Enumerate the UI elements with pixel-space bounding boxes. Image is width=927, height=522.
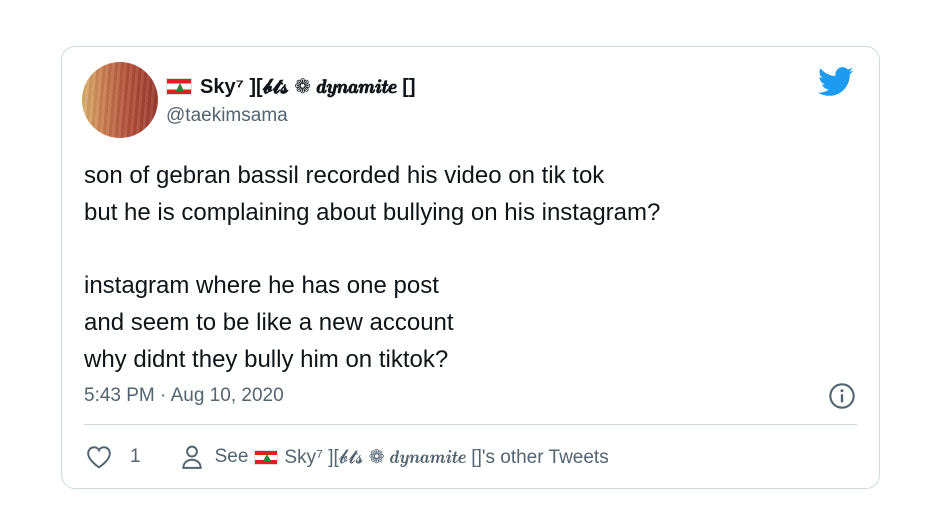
tweet-line: instagram where he has one post xyxy=(84,272,439,299)
author-name[interactable]: Sky⁷ ][𝓫𝓽𝓼 ❁ 𝒅𝒚𝒏𝒂𝒎𝒊𝒕𝒆 [] xyxy=(200,74,416,99)
author-name-row[interactable]: Sky⁷ ][𝓫𝓽𝓼 ❁ 𝒅𝒚𝒏𝒂𝒎𝒊𝒕𝒆 [] xyxy=(166,74,416,99)
lebanon-flag-icon xyxy=(254,449,279,465)
avatar[interactable] xyxy=(82,62,158,138)
person-icon[interactable] xyxy=(181,445,203,469)
see-other-tweets-prefix[interactable]: See xyxy=(215,446,249,468)
tweet-line: son of gebran bassil recorded his video … xyxy=(84,162,605,189)
info-icon[interactable] xyxy=(828,382,856,410)
tweet-line: and seem to be like a new account xyxy=(84,309,454,336)
see-other-tweets-link[interactable]: Sky⁷ ][𝓫𝓽𝓼 ❁ 𝒅𝒚𝒏𝒂𝒎𝒊𝒕𝒆 []'s other Tweets xyxy=(284,446,608,469)
like-count[interactable]: 1 xyxy=(130,446,141,468)
tweet-line: why didnt they bully him on tiktok? xyxy=(84,346,449,373)
lebanon-flag-icon xyxy=(166,78,192,95)
twitter-bird-icon[interactable] xyxy=(818,67,854,97)
heart-icon[interactable] xyxy=(86,445,112,469)
tweet-actions: 1 See Sky⁷ ][𝓫𝓽𝓼 ❁ 𝒅𝒚𝒏𝒂𝒎𝒊𝒕𝒆 []'s other T… xyxy=(86,445,609,469)
divider xyxy=(84,424,857,425)
tweet-card: Sky⁷ ][𝓫𝓽𝓼 ❁ 𝒅𝒚𝒏𝒂𝒎𝒊𝒕𝒆 [] @taekimsama son… xyxy=(61,46,880,489)
tweet-line: but he is complaining about bullying on … xyxy=(84,199,661,226)
author-handle[interactable]: @taekimsama xyxy=(166,105,288,127)
tweet-text: son of gebran bassil recorded his video … xyxy=(84,157,660,378)
tweet-timestamp[interactable]: 5:43 PM · Aug 10, 2020 xyxy=(84,385,284,407)
